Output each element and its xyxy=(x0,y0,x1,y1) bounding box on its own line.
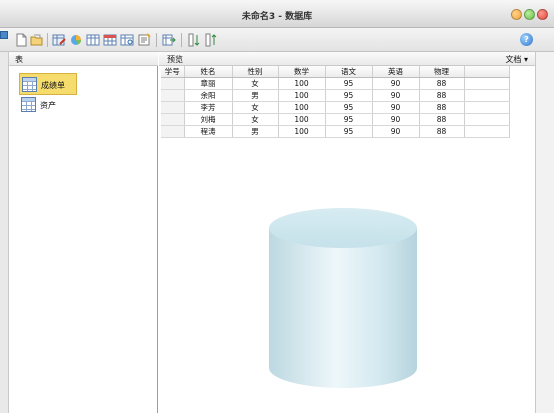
columns-icon[interactable] xyxy=(86,33,100,47)
table-cell[interactable] xyxy=(464,125,510,139)
table-cell[interactable] xyxy=(161,77,185,91)
tables-panel: 表 成绩单 资产 xyxy=(0,52,158,413)
table-cell[interactable]: 程涛 xyxy=(184,125,233,139)
table-cell[interactable]: 女 xyxy=(232,113,279,127)
table-cell[interactable] xyxy=(464,77,510,91)
table-cell[interactable]: 95 xyxy=(325,113,373,127)
table-cell[interactable]: 100 xyxy=(278,77,326,91)
database-cylinder-icon xyxy=(269,208,417,388)
table-row[interactable]: 章丽 女 100 95 90 88 xyxy=(161,77,510,91)
table-cell[interactable]: 男 xyxy=(232,89,279,103)
help-button[interactable]: ? xyxy=(520,33,533,46)
minimize-button[interactable] xyxy=(511,9,522,20)
table-cell[interactable]: 女 xyxy=(232,101,279,115)
maximize-button[interactable] xyxy=(524,9,535,20)
table-cell[interactable] xyxy=(464,89,510,103)
new-document-icon[interactable] xyxy=(14,33,28,47)
table-cell[interactable]: 88 xyxy=(419,77,465,91)
column-header[interactable]: 学号 xyxy=(161,66,185,79)
toolbar-separator xyxy=(156,33,157,47)
table-cell[interactable]: 95 xyxy=(325,101,373,115)
table-cell[interactable]: 100 xyxy=(278,113,326,127)
table-cell[interactable]: 章丽 xyxy=(184,77,233,91)
table-cell[interactable]: 男 xyxy=(232,125,279,139)
toolbar: ? xyxy=(0,28,554,52)
toolbar-separator xyxy=(181,33,182,47)
table-row[interactable]: 余阳 男 100 95 90 88 xyxy=(161,89,510,103)
edit-table-icon[interactable] xyxy=(52,33,66,47)
preview-panel-header: 预览 文档 ▾ xyxy=(159,52,535,66)
grid-header-row: 学号 姓名 性别 数学 语文 英语 物理 xyxy=(161,66,510,79)
chart-icon[interactable] xyxy=(69,33,83,47)
vertical-scrollbar[interactable] xyxy=(535,52,554,413)
toolbar-separator xyxy=(47,33,48,47)
side-toggle-icon[interactable] xyxy=(0,31,8,39)
sort-asc-icon[interactable] xyxy=(187,33,201,47)
table-cell[interactable]: 余阳 xyxy=(184,89,233,103)
table-cell[interactable]: 88 xyxy=(419,113,465,127)
table-cell[interactable]: 100 xyxy=(278,125,326,139)
table-icon xyxy=(21,97,36,112)
table-cell[interactable]: 88 xyxy=(419,101,465,115)
open-folder-icon[interactable] xyxy=(30,33,44,47)
table-item-label: 成绩单 xyxy=(41,81,65,90)
column-header[interactable]: 英语 xyxy=(372,66,420,79)
close-button[interactable] xyxy=(537,9,548,20)
column-header[interactable]: 姓名 xyxy=(184,66,233,79)
table-item-label: 资产 xyxy=(40,101,56,110)
table-item-assets[interactable]: 资产 xyxy=(19,94,77,116)
table-cell[interactable]: 90 xyxy=(372,101,420,115)
left-dock-strip xyxy=(0,52,9,413)
table-cell[interactable]: 88 xyxy=(419,89,465,103)
table-props-icon[interactable] xyxy=(103,33,117,47)
table-cell[interactable]: 95 xyxy=(325,77,373,91)
table-icon xyxy=(22,77,37,92)
form-icon[interactable] xyxy=(137,33,151,47)
tables-panel-title: 表 xyxy=(15,55,23,64)
table-cell[interactable] xyxy=(161,89,185,103)
document-dropdown-button[interactable]: 文档 ▾ xyxy=(505,54,528,65)
window-controls xyxy=(511,9,548,20)
table-cell[interactable]: 95 xyxy=(325,125,373,139)
table-cell[interactable]: 100 xyxy=(278,101,326,115)
title-bar: 未命名3 - 数据库 xyxy=(0,0,554,28)
preview-panel: 预览 文档 ▾ 学号 姓名 性别 数学 语文 英语 物理 章丽 女 100 95… xyxy=(159,52,535,413)
table-cell[interactable] xyxy=(161,125,185,139)
column-header[interactable]: 语文 xyxy=(325,66,373,79)
table-cell[interactable] xyxy=(464,101,510,115)
table-cell[interactable] xyxy=(464,113,510,127)
table-item-scores[interactable]: 成绩单 xyxy=(19,73,77,95)
sort-desc-icon[interactable] xyxy=(204,33,218,47)
table-cell[interactable]: 李芳 xyxy=(184,101,233,115)
preview-title: 预览 xyxy=(167,55,183,64)
table-cell[interactable]: 88 xyxy=(419,125,465,139)
table-cell[interactable]: 90 xyxy=(372,125,420,139)
table-cell[interactable]: 刘梅 xyxy=(184,113,233,127)
table-row[interactable]: 刘梅 女 100 95 90 88 xyxy=(161,113,510,127)
column-header[interactable]: 性别 xyxy=(232,66,279,79)
table-cell[interactable]: 90 xyxy=(372,77,420,91)
column-header[interactable]: 数学 xyxy=(278,66,326,79)
table-cell[interactable]: 90 xyxy=(372,113,420,127)
export-icon[interactable] xyxy=(162,33,176,47)
data-grid: 学号 姓名 性别 数学 语文 英语 物理 章丽 女 100 95 90 88 余… xyxy=(161,66,510,139)
table-cell[interactable]: 女 xyxy=(232,77,279,91)
table-cell[interactable] xyxy=(161,113,185,127)
table-row[interactable]: 李芳 女 100 95 90 88 xyxy=(161,101,510,115)
tables-panel-header: 表 xyxy=(9,52,158,66)
table-cell[interactable]: 95 xyxy=(325,89,373,103)
table-cell[interactable] xyxy=(161,101,185,115)
window-title: 未命名3 - 数据库 xyxy=(241,12,313,22)
column-header[interactable]: 物理 xyxy=(419,66,465,79)
column-header[interactable] xyxy=(464,66,510,79)
table-row[interactable]: 程涛 男 100 95 90 88 xyxy=(161,125,510,139)
table-cell[interactable]: 90 xyxy=(372,89,420,103)
query-icon[interactable] xyxy=(120,33,134,47)
table-cell[interactable]: 100 xyxy=(278,89,326,103)
